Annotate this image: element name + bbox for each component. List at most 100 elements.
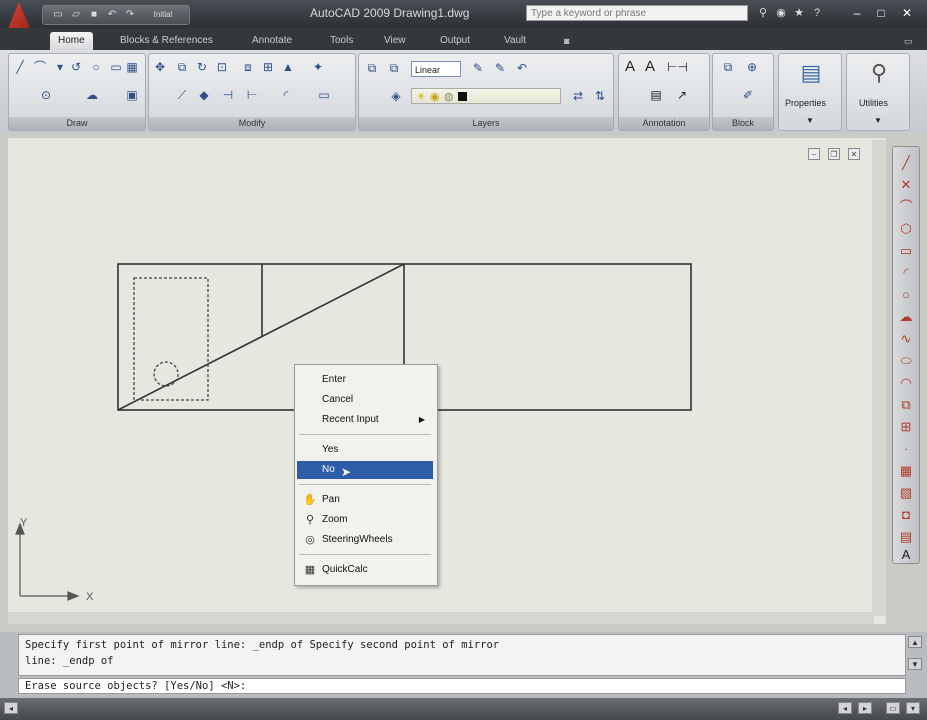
maximize-button[interactable]: □: [872, 5, 890, 21]
menu-item-steeringwheels[interactable]: ◎ SteeringWheels: [297, 531, 433, 549]
make-block-icon[interactable]: ⊞: [898, 419, 914, 435]
annotation-panel-title[interactable]: Annotation: [619, 117, 709, 130]
dimension-icon[interactable]: ⊢⊣: [667, 60, 688, 74]
rotate-icon[interactable]: ↻: [195, 60, 209, 74]
layer-properties-icon[interactable]: ⧉: [365, 61, 379, 75]
stretch-icon[interactable]: ⟋: [175, 88, 189, 102]
favorites-icon[interactable]: ★: [792, 6, 806, 20]
copy-icon[interactable]: ⧉: [175, 60, 189, 74]
help-icon[interactable]: ?: [810, 6, 824, 20]
polyline-icon[interactable]: ⌒: [898, 199, 914, 215]
open-file-icon[interactable]: ▱: [69, 8, 83, 21]
layer-state-icon[interactable]: ⧉: [387, 61, 401, 75]
gradient-icon[interactable]: ▧: [898, 485, 914, 501]
region-icon[interactable]: ◘: [898, 507, 914, 523]
undo-icon[interactable]: ↶: [105, 8, 119, 21]
layer-previous-icon[interactable]: ↶: [515, 61, 529, 75]
tab-view[interactable]: View: [376, 32, 414, 50]
move-icon[interactable]: ✥: [153, 60, 167, 74]
xline-icon[interactable]: ✕: [898, 177, 914, 193]
fillet-icon[interactable]: ◜: [279, 88, 293, 102]
layer-walk-icon[interactable]: ⇄: [571, 89, 585, 103]
arc-icon[interactable]: ◜: [898, 265, 914, 281]
array-icon[interactable]: ▲: [281, 60, 295, 74]
horizontal-scrollbar[interactable]: [8, 612, 874, 624]
insert-block-icon[interactable]: ⧉: [898, 397, 914, 413]
modify-panel-title[interactable]: Modify: [149, 117, 355, 130]
tab-output[interactable]: Output: [432, 32, 478, 50]
tab-annotate[interactable]: Annotate: [244, 32, 300, 50]
viewport-restore-button[interactable]: ❐: [828, 148, 840, 160]
scale-icon[interactable]: ⊡: [215, 60, 229, 74]
block-editor-icon[interactable]: ✐: [741, 88, 755, 102]
menu-item-enter[interactable]: Enter: [297, 371, 433, 389]
insert-block-icon[interactable]: ⧉: [721, 60, 735, 74]
extend-icon[interactable]: ⊢: [245, 88, 259, 102]
minimize-button[interactable]: –: [848, 5, 866, 21]
join-icon[interactable]: ▭: [317, 88, 331, 102]
status-scroll-left-icon[interactable]: ◂: [838, 702, 852, 714]
ellipse-icon[interactable]: ⊙: [39, 88, 53, 102]
menu-item-zoom[interactable]: ⚲ Zoom: [297, 511, 433, 529]
command-input[interactable]: Erase source objects? [Yes/No] <N>:: [18, 678, 906, 694]
redo-icon[interactable]: ↷: [123, 8, 137, 21]
menu-item-quickcalc[interactable]: ▦ QuickCalc: [297, 561, 433, 579]
arc-icon[interactable]: ↺: [69, 60, 83, 74]
region-icon[interactable]: ▣: [125, 88, 139, 102]
vertical-scrollbar[interactable]: [872, 140, 886, 616]
layer-merge-icon[interactable]: ⇅: [593, 89, 607, 103]
status-options-icon[interactable]: ▭: [886, 702, 900, 714]
create-block-icon[interactable]: ⊕: [745, 60, 759, 74]
menu-item-yes[interactable]: Yes: [297, 441, 433, 459]
save-icon[interactable]: ■: [87, 8, 101, 21]
drawing-canvas[interactable]: Y X: [8, 138, 886, 624]
search-input[interactable]: Type a keyword or phrase: [526, 5, 748, 21]
circle-icon[interactable]: ○: [89, 60, 103, 74]
layer-isolate-icon[interactable]: ◈: [389, 89, 403, 103]
hatch-icon[interactable]: ▦: [125, 60, 139, 74]
workspace-dropdown[interactable]: Initial: [141, 8, 185, 21]
explode-icon[interactable]: ✦: [311, 60, 325, 74]
status-scroll-right-icon[interactable]: ▸: [858, 702, 872, 714]
search-icon[interactable]: ⚲: [756, 6, 770, 20]
table-icon[interactable]: ▤: [649, 88, 663, 102]
menu-item-recent-input[interactable]: Recent Input ▶: [297, 411, 433, 429]
viewport-minimize-button[interactable]: –: [808, 148, 820, 160]
revcloud-icon[interactable]: ☁: [898, 309, 914, 325]
multiline-text-icon[interactable]: A: [898, 547, 914, 563]
ribbon-minimize-icon[interactable]: ◙: [556, 32, 577, 50]
tab-tools[interactable]: Tools: [322, 32, 361, 50]
close-button[interactable]: ✕: [898, 5, 916, 21]
layer-status-dropdown[interactable]: ☀ ◉ ◍: [411, 88, 561, 104]
match-layer-icon[interactable]: ✎: [493, 61, 507, 75]
layer-dropdown[interactable]: Linear: [411, 61, 461, 77]
status-menu-icon[interactable]: ▾: [906, 702, 920, 714]
tab-blocks-references[interactable]: Blocks & References: [112, 32, 221, 50]
ellipse-icon[interactable]: ⬭: [898, 353, 914, 369]
point-icon[interactable]: ·: [898, 441, 914, 457]
leader-icon[interactable]: ↗: [675, 88, 689, 102]
ribbon-options-icon[interactable]: ▭: [896, 32, 921, 50]
erase-icon[interactable]: ◆: [197, 88, 211, 102]
circle-icon[interactable]: ○: [898, 287, 914, 303]
hatch-icon[interactable]: ▦: [898, 463, 914, 479]
properties-panel-button[interactable]: ▤ Properties ▼: [778, 53, 842, 131]
polyline-icon[interactable]: ⌒: [33, 60, 47, 74]
multiline-text-icon[interactable]: A: [623, 59, 637, 74]
menu-item-cancel[interactable]: Cancel: [297, 391, 433, 409]
offset-icon[interactable]: ⊞: [261, 60, 275, 74]
single-line-text-icon[interactable]: A: [643, 59, 657, 74]
menu-item-no[interactable]: No ➤: [297, 461, 433, 479]
new-file-icon[interactable]: ▭: [51, 8, 65, 21]
viewport-close-button[interactable]: ✕: [848, 148, 860, 160]
table-icon[interactable]: ▤: [898, 529, 914, 545]
line-icon[interactable]: ╱: [898, 155, 914, 171]
tab-home[interactable]: Home: [50, 32, 93, 50]
scroll-down-icon[interactable]: ▼: [908, 658, 922, 670]
dropdown-icon[interactable]: ▾: [53, 60, 67, 74]
block-panel-title[interactable]: Block: [713, 117, 773, 130]
rectangle-icon[interactable]: ▭: [109, 60, 123, 74]
rectangle-icon[interactable]: ▭: [898, 243, 914, 259]
trim-icon[interactable]: ⊣: [221, 88, 235, 102]
spline-icon[interactable]: ∿: [898, 331, 914, 347]
